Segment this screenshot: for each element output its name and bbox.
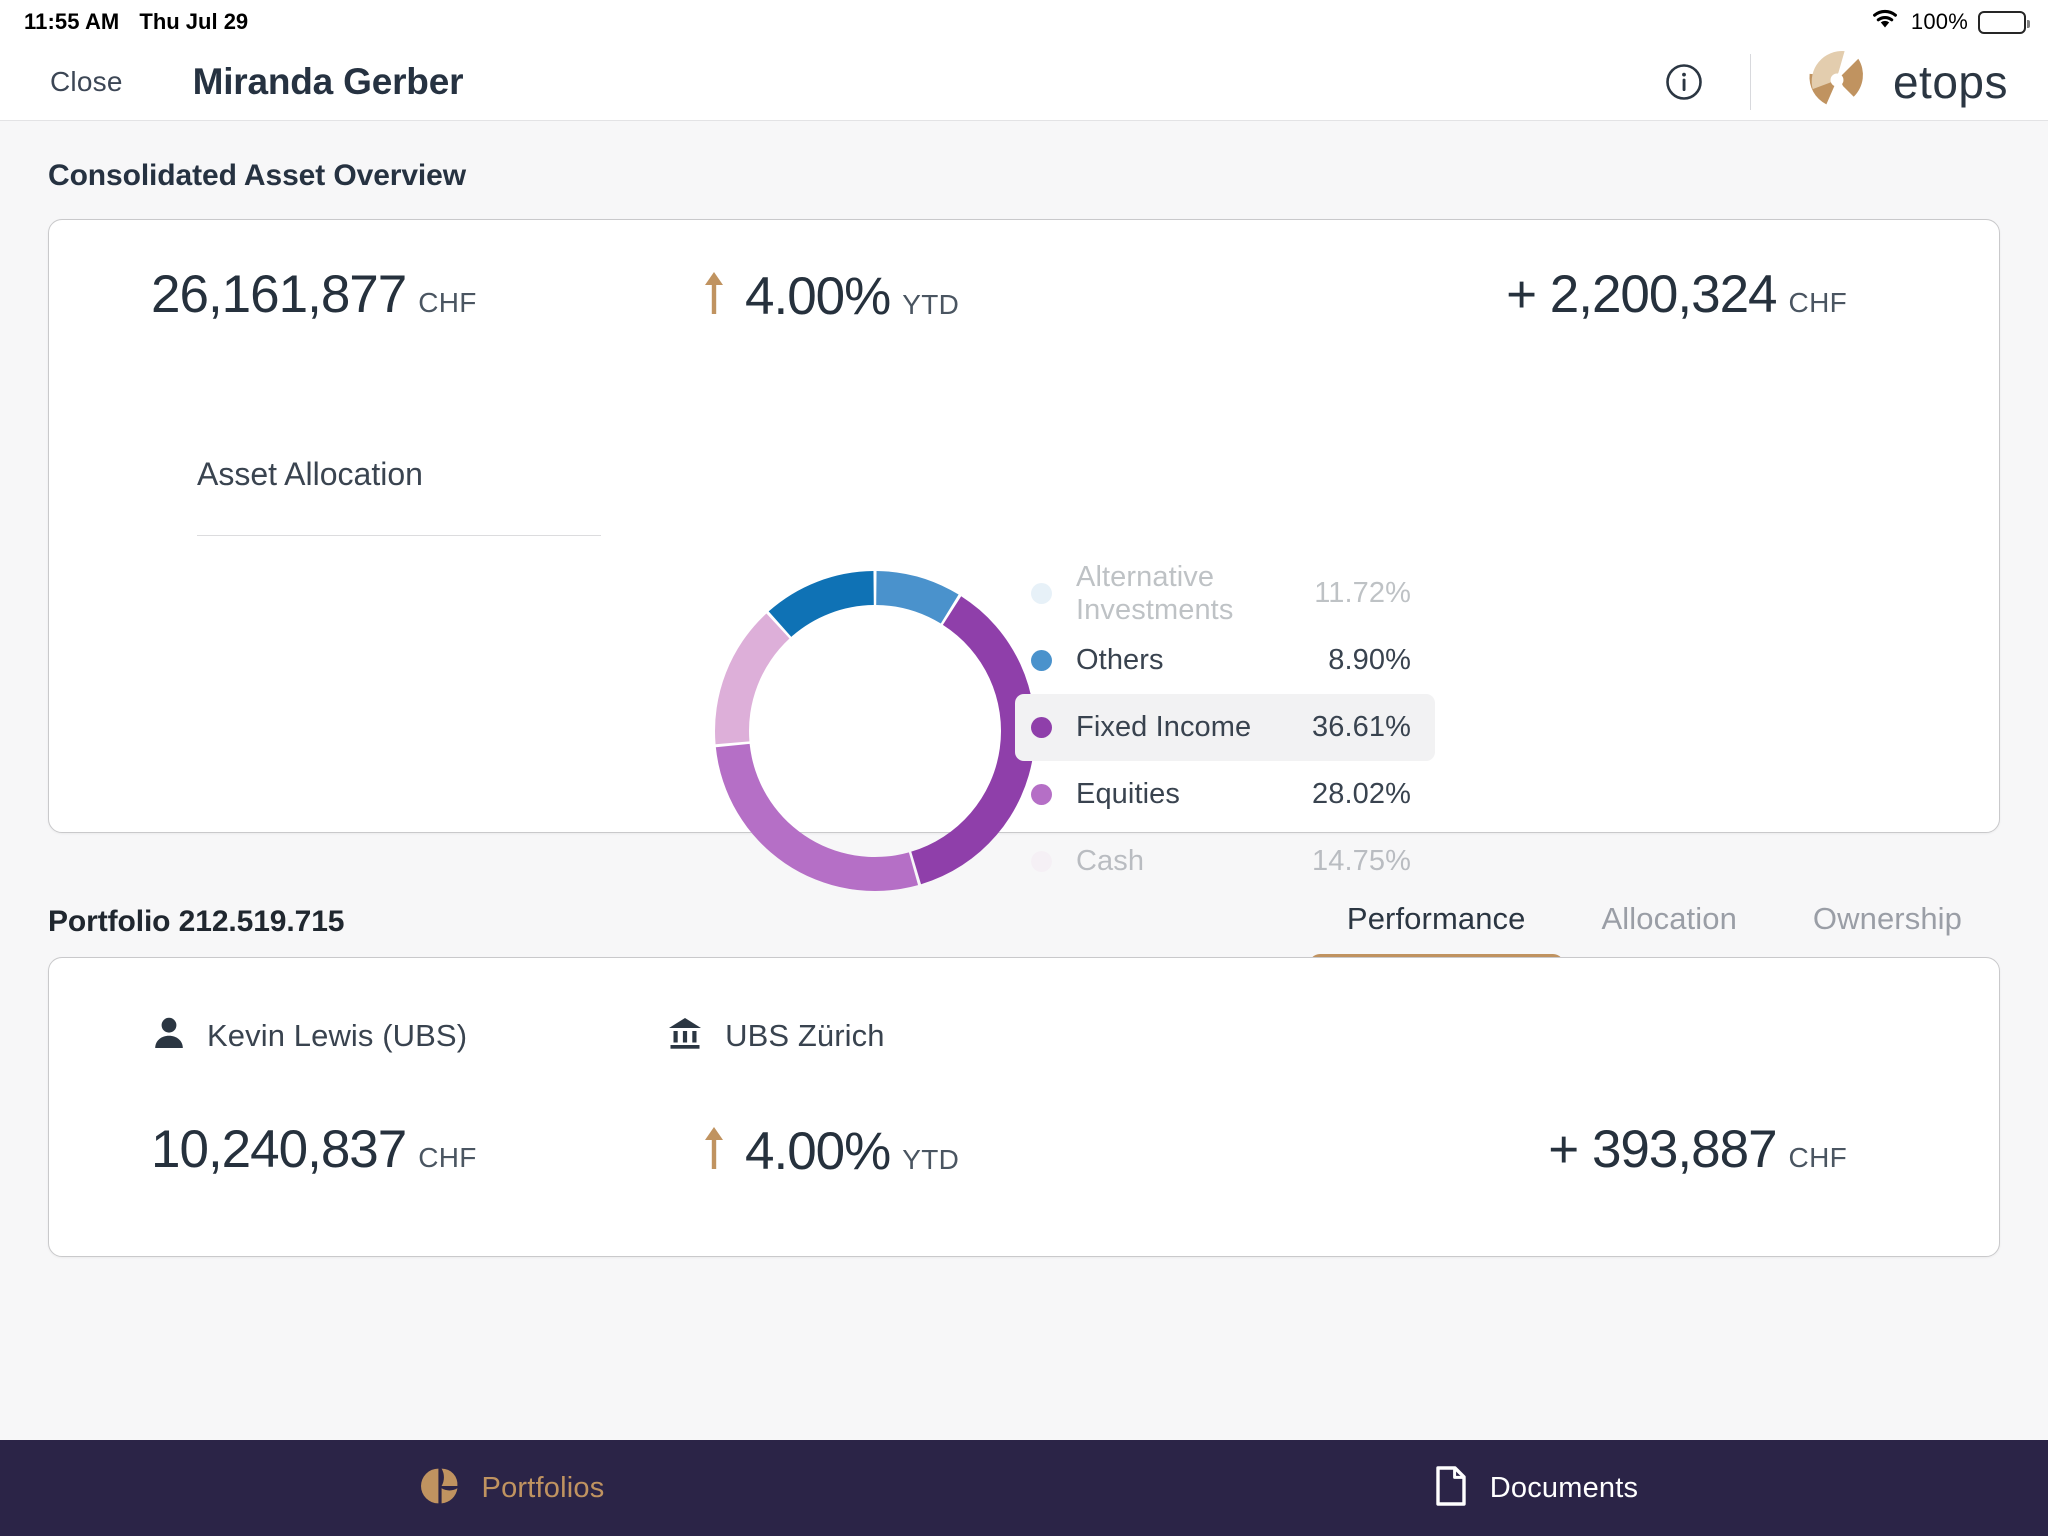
tab-performance[interactable]: Performance [1308, 901, 1564, 976]
legend-color-dot [1031, 583, 1052, 604]
portfolio-owner-row: Kevin Lewis (UBS) UBS Zürich [93, 958, 1955, 1055]
status-bar-time: 11:55 AM [24, 9, 120, 34]
status-bar-date: Thu Jul 29 [139, 9, 249, 34]
legend-color-dot [1031, 650, 1052, 671]
asset-allocation-label: Asset Allocation [197, 456, 423, 492]
donut-slice[interactable] [768, 571, 874, 637]
portfolio-absolute-change: + 393,887 CHF [1211, 1123, 1955, 1176]
etops-pinwheel-logo-icon [1799, 42, 1875, 123]
legend-item-equities[interactable]: Equities 28.02% [1015, 761, 1435, 828]
consolidated-asset-overview-card: 26,161,877 CHF 4.00% YTD + 2,200,324 CHF [48, 219, 2000, 892]
ios-status-bar: 11:55 AM Thu Jul 29 100% [0, 0, 2048, 44]
donut-slice[interactable] [876, 571, 959, 624]
portfolio-tabs: Performance Allocation Ownership [1308, 901, 2000, 976]
donut-slice[interactable] [715, 613, 790, 745]
tab-ownership[interactable]: Ownership [1775, 901, 2000, 957]
portfolio-total-currency: CHF [418, 1142, 477, 1173]
portfolio-advisor-name: Kevin Lewis (UBS) [207, 1017, 468, 1053]
legend-item-fixed-income[interactable]: Fixed Income 36.61% [1015, 694, 1435, 761]
portfolio-card: Kevin Lewis (UBS) UBS Zürich 10,240,837 … [48, 957, 2000, 1257]
portfolio-bank[interactable]: UBS Zürich [667, 1016, 885, 1055]
status-bar-left: 11:55 AM Thu Jul 29 [24, 9, 248, 35]
legend-item-label: Equities [1076, 778, 1180, 810]
portfolio-advisor[interactable]: Kevin Lewis (UBS) [153, 1016, 467, 1055]
tabbar-label-portfolios: Portfolios [481, 1471, 605, 1504]
status-bar-right: 100% [1869, 7, 2030, 37]
legend-item-percent: 28.02% [1312, 778, 1411, 810]
brand-logo: etops [1799, 42, 2022, 123]
page-content: Consolidated Asset Overview 26,161,877 C… [0, 121, 2048, 1440]
legend-item-others[interactable]: Others 8.90% [1015, 627, 1435, 694]
overview-section-title: Consolidated Asset Overview [48, 159, 466, 192]
asset-allocation-label-group: Asset Allocation [197, 456, 601, 536]
portfolio-title: Portfolio 212.519.715 [48, 905, 345, 938]
portfolio-performance-value: 4.00% [745, 1122, 891, 1181]
tab-allocation[interactable]: Allocation [1564, 901, 1775, 957]
portfolios-pie-icon [420, 1466, 460, 1511]
page-title: Miranda Gerber [192, 61, 464, 102]
overview-absolute-change: + 2,200,324 CHF [1211, 268, 1955, 321]
document-icon [1434, 1465, 1468, 1511]
app-header: Close Miranda Gerber etops [0, 44, 2048, 121]
legend-color-dot [1031, 784, 1052, 805]
app-screen: 11:55 AM Thu Jul 29 100% Close Miranda G… [0, 0, 2048, 1536]
overview-performance: 4.00% YTD [703, 268, 1211, 323]
brand-name: etops [1892, 56, 2008, 108]
tabbar-label-documents: Documents [1489, 1471, 1639, 1504]
portfolio-total-amount: 10,240,837 [151, 1120, 407, 1179]
wifi-icon [1869, 7, 1901, 37]
bottom-tab-bar: Portfolios Documents [0, 1440, 2048, 1536]
legend-item-label: Others [1076, 644, 1164, 676]
legend-item-label: Fixed Income [1076, 711, 1252, 743]
portfolio-performance-period: YTD [902, 1144, 960, 1175]
overview-kpi-row: 26,161,877 CHF 4.00% YTD + 2,200,324 CHF [93, 220, 1955, 370]
portfolio-total-value: 10,240,837 CHF [93, 1123, 703, 1176]
tabbar-item-documents[interactable]: Documents [1024, 1440, 2048, 1536]
portfolio-header: Portfolio 212.519.715 Performance Alloca… [48, 833, 2000, 976]
overview-total-amount: 26,161,877 [151, 265, 407, 324]
legend-item-percent: 8.90% [1328, 644, 1411, 676]
battery-icon [1978, 10, 2030, 34]
overview-performance-value: 4.00% [745, 267, 891, 326]
overview-absolute-currency: CHF [1788, 287, 1847, 318]
overview-total-value: 26,161,877 CHF [93, 268, 703, 321]
tabbar-item-portfolios[interactable]: Portfolios [0, 1440, 1024, 1536]
portfolio-performance: 4.00% YTD [703, 1123, 1211, 1178]
portfolio-kpi-row: 10,240,837 CHF 4.00% YTD + 393,887 CHF [93, 1055, 1955, 1178]
legend-item-alternative-investments[interactable]: Alternative Investments 11.72% [1015, 560, 1435, 627]
portfolio-bank-name: UBS Zürich [725, 1017, 885, 1053]
portfolio-absolute-currency: CHF [1788, 1142, 1847, 1173]
legend-item-percent: 36.61% [1312, 711, 1411, 743]
arrow-up-icon [703, 270, 725, 321]
bank-icon [667, 1016, 703, 1055]
info-circle-icon[interactable] [1662, 60, 1706, 104]
battery-percent-label: 100% [1910, 9, 1968, 34]
person-icon [153, 1016, 185, 1055]
legend-item-percent: 11.72% [1314, 577, 1411, 609]
legend-color-dot [1031, 717, 1052, 738]
header-divider [1749, 54, 1751, 110]
legend-item-label: Alternative Investments [1076, 560, 1234, 626]
overview-absolute-amount: + 2,200,324 [1506, 265, 1777, 324]
overview-performance-period: YTD [902, 289, 960, 320]
asset-allocation-divider [197, 535, 601, 536]
overview-total-currency: CHF [418, 287, 477, 318]
close-button[interactable]: Close [46, 60, 127, 104]
arrow-up-icon [703, 1125, 725, 1176]
portfolio-absolute-amount: + 393,887 [1548, 1120, 1777, 1179]
